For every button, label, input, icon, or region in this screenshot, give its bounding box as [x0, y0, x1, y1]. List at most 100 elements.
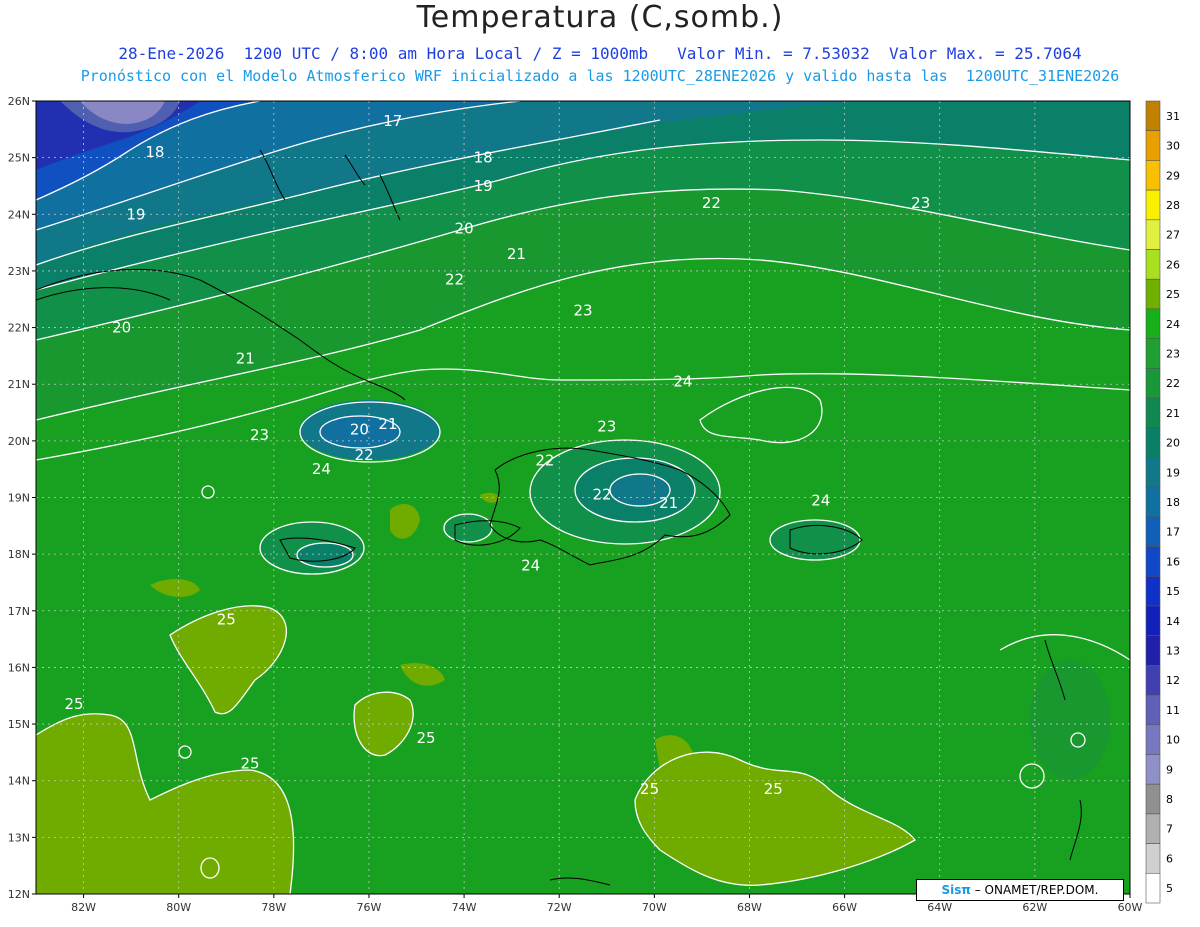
contour-label: 17 — [383, 112, 402, 130]
lon-label: 78W — [261, 901, 286, 914]
colorbar-label: 22 — [1166, 377, 1180, 390]
lat-label: 18N — [8, 548, 30, 561]
colorbar-swatch — [1145, 130, 1161, 161]
colorbar-label: 6 — [1166, 852, 1173, 865]
colorbar-label: 28 — [1166, 199, 1180, 212]
colorbar-swatch — [1145, 100, 1161, 132]
contour-label: 25 — [764, 780, 783, 798]
lon-label: 82W — [71, 901, 96, 914]
contour-label: 25 — [416, 729, 435, 747]
colorbar-label: 7 — [1166, 823, 1173, 836]
lat-label: 20N — [8, 435, 30, 448]
lon-label: 76W — [357, 901, 382, 914]
contour-label: 20 — [455, 219, 474, 237]
lat-label: 21N — [8, 378, 30, 391]
colorbar-label: 5 — [1166, 882, 1173, 895]
colorbar-label: 12 — [1166, 674, 1180, 687]
contour-label: 22 — [702, 194, 721, 212]
colorbar-label: 8 — [1166, 793, 1173, 806]
lon-label: 80W — [166, 901, 191, 914]
colorbar-swatch — [1145, 308, 1161, 339]
colorbar-label: 25 — [1166, 288, 1180, 301]
contour-label: 21 — [378, 415, 397, 433]
colorbar-swatch — [1145, 160, 1161, 191]
contour-label: 25 — [640, 780, 659, 798]
credit-box: Sisπ – ONAMET/REP.DOM. — [916, 879, 1124, 901]
colorbar-swatch — [1145, 605, 1161, 636]
contour-label: 22 — [535, 452, 554, 470]
colorbar-swatch — [1145, 694, 1161, 726]
colorbar-label: 20 — [1166, 437, 1180, 450]
colorbar-label: 23 — [1166, 347, 1180, 360]
contour-label: 21 — [507, 245, 526, 263]
lat-label: 26N — [8, 95, 30, 108]
lon-label: 72W — [547, 901, 572, 914]
contour-label: 20 — [350, 421, 369, 439]
lon-label: 64W — [927, 901, 952, 914]
lon-label: 66W — [832, 901, 857, 914]
lat-label: 17N — [8, 605, 30, 618]
colorbar-swatch — [1145, 219, 1161, 250]
colorbar-label: 21 — [1166, 407, 1180, 420]
lat-label: 12N — [8, 888, 30, 901]
colorbar-label: 13 — [1166, 645, 1180, 658]
contour-label: 24 — [811, 491, 830, 509]
contour-label: 20 — [112, 319, 131, 337]
contour-label: 23 — [911, 194, 930, 212]
colorbar-label: 11 — [1166, 704, 1180, 717]
colorbar-swatch — [1145, 397, 1161, 429]
colorbar-swatch — [1145, 843, 1161, 874]
lat-label: 24N — [8, 208, 30, 221]
latitude-labels: 26N 25N 24N 23N 22N 21N 20N 19N 18N 17N 16N 15N 14N 1… — [8, 95, 36, 901]
colorbar-swatch — [1145, 724, 1161, 755]
colorbar-swatch — [1145, 783, 1161, 815]
colorbar-label: 16 — [1166, 555, 1180, 568]
colorbar-swatch — [1145, 486, 1161, 518]
contour-label: 19 — [126, 205, 145, 223]
colorbar-swatch — [1145, 754, 1161, 785]
colorbar-swatch — [1145, 516, 1161, 547]
colorbar-swatch — [1145, 278, 1161, 310]
lat-label: 19N — [8, 492, 30, 505]
contour-label: 25 — [65, 695, 84, 713]
colorbar-label: 15 — [1166, 585, 1180, 598]
credit-brand: Sisπ — [941, 883, 971, 897]
colorbar-label: 19 — [1166, 466, 1180, 479]
contour-label: 18 — [474, 149, 493, 167]
colorbar-swatch — [1145, 338, 1161, 369]
colorbar-swatch — [1145, 457, 1161, 488]
contour-label: 24 — [673, 372, 692, 390]
colorbar-label: 24 — [1166, 318, 1180, 331]
colorbar-label: 27 — [1166, 229, 1180, 242]
colorbar-label: 10 — [1166, 734, 1180, 747]
colorbar-swatch — [1145, 427, 1161, 458]
lat-label: 22N — [8, 322, 30, 335]
lat-label: 25N — [8, 152, 30, 165]
contour-label: 23 — [597, 418, 616, 436]
contour-label: 18 — [145, 143, 164, 161]
colorbar-swatch — [1145, 189, 1161, 221]
contour-label: 25 — [240, 755, 259, 773]
colorbar-label: 18 — [1166, 496, 1180, 509]
colorbar-swatch — [1145, 249, 1161, 280]
contour-label: 22 — [592, 486, 611, 504]
lon-label: 60W — [1118, 901, 1143, 914]
contour-label: 19 — [474, 177, 493, 195]
colorbar-label: 17 — [1166, 526, 1180, 539]
colorbar-swatch — [1145, 368, 1161, 399]
colorbar: 31 30 29 28 27 26 25 24 23 22 21 20 19 18 17 16 15 14 13 12… — [1145, 100, 1180, 904]
contour-label: 23 — [250, 426, 269, 444]
colorbar-label: 9 — [1166, 763, 1173, 776]
colorbar-label: 29 — [1166, 169, 1180, 182]
colorbar-swatch — [1145, 665, 1161, 696]
contour-label: 22 — [355, 446, 374, 464]
colorbar-label: 26 — [1166, 258, 1180, 271]
colorbar-label: 14 — [1166, 615, 1180, 628]
colorbar-swatch — [1145, 872, 1161, 904]
contour-label: 21 — [659, 494, 678, 512]
contour-label: 24 — [312, 460, 331, 478]
colorbar-label: 31 — [1166, 110, 1180, 123]
lat-label: 23N — [8, 265, 30, 278]
lon-label: 70W — [642, 901, 667, 914]
lon-label: 74W — [452, 901, 477, 914]
